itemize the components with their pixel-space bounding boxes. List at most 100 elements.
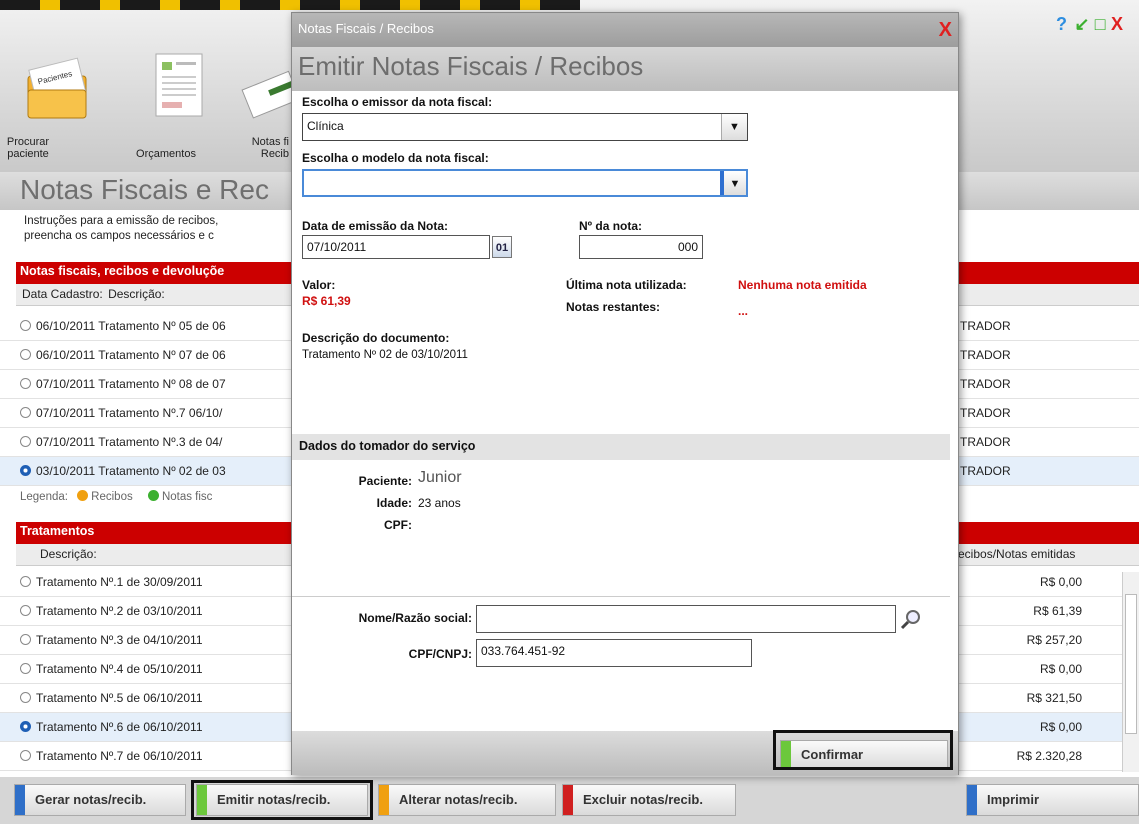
remaining-value: ... xyxy=(738,304,749,318)
row-date: 07/10/2011 xyxy=(36,377,96,391)
radio-button[interactable] xyxy=(20,320,31,331)
row-date: 06/10/2011 xyxy=(36,348,96,362)
description-label: Descrição do documento: xyxy=(302,331,450,345)
date-label: Data de emissão da Nota: xyxy=(302,219,449,233)
row-user: TRADOR xyxy=(960,406,1011,420)
close-app-icon[interactable]: X xyxy=(1111,14,1123,34)
row-description: Tratamento Nº.3 de 04/ xyxy=(98,435,223,449)
radio-button[interactable] xyxy=(20,721,31,732)
calendar-icon[interactable]: 01 xyxy=(492,236,512,258)
name-input[interactable] xyxy=(476,605,896,633)
valor-label: Valor: xyxy=(302,278,336,292)
col-description: Descrição: xyxy=(108,287,165,301)
patient-label: Paciente: xyxy=(358,474,412,488)
alter-button[interactable]: Alterar notas/recib. xyxy=(378,784,556,816)
recibos-dot-icon xyxy=(77,490,89,501)
date-input[interactable]: 07/10/2011 xyxy=(302,235,490,259)
row-user: TRADOR xyxy=(960,319,1011,333)
name-label: Nome/Razão social: xyxy=(358,611,472,625)
dialog-heading: Emitir Notas Fiscais / Recibos xyxy=(292,47,958,91)
radio-button[interactable] xyxy=(20,605,31,616)
scroll-thumb[interactable] xyxy=(1125,594,1137,734)
cpfcnpj-input[interactable]: 033.764.451-92 xyxy=(476,639,752,667)
bottom-action-bar: Gerar notas/recib. Emitir notas/recib. A… xyxy=(0,777,1139,824)
remaining-label: Notas restantes: xyxy=(566,300,661,314)
taker-section-header: Dados do tomador do serviço xyxy=(292,434,950,460)
row-date: 03/10/2011 xyxy=(36,464,96,478)
emit-dialog: Notas Fiscais / Recibos X Emitir Notas F… xyxy=(291,12,959,775)
highlight-emit xyxy=(191,780,373,820)
model-select[interactable]: ▼ xyxy=(302,169,748,197)
row-date: 07/10/2011 xyxy=(36,435,96,449)
notas-dot-icon xyxy=(147,490,159,501)
instructions: Instruções para a emissão de recibos, pr… xyxy=(24,214,218,244)
budget-document-icon xyxy=(155,53,203,117)
row-user: TRADOR xyxy=(960,348,1011,362)
row-description: Tratamento Nº.7 06/10/ xyxy=(98,406,223,420)
radio-button[interactable] xyxy=(20,663,31,674)
cpf-label: CPF: xyxy=(384,518,412,532)
search-patient-button[interactable]: Pacientes Procurar paciente xyxy=(6,40,106,160)
row-date: 06/10/2011 xyxy=(36,319,96,333)
dialog-title: Notas Fiscais / Recibos xyxy=(292,13,958,47)
budgets-label: Orçamentos xyxy=(136,148,196,160)
row-description: Tratamento Nº 02 de 03 xyxy=(98,464,226,478)
budgets-button[interactable]: Orçamentos xyxy=(128,40,228,160)
window-controls: ? ↙ □ X xyxy=(1056,14,1123,35)
row-amount: R$ 2.320,28 xyxy=(1016,749,1082,763)
row-description: Tratamento Nº 08 de 07 xyxy=(98,377,226,391)
minimize-icon[interactable]: ↙ xyxy=(1074,14,1089,34)
invoices-button[interactable]: Notas fi Recib xyxy=(236,40,291,160)
row-description: Tratamento Nº 05 de 06 xyxy=(98,319,226,333)
emitter-value: Clínica xyxy=(307,119,344,133)
row-description: Tratamento Nº.7 de 06/10/2011 xyxy=(36,749,203,763)
row-date: 07/10/2011 xyxy=(36,406,96,420)
radio-button[interactable] xyxy=(20,692,31,703)
row-amount: R$ 61,39 xyxy=(1033,604,1082,618)
generate-button[interactable]: Gerar notas/recib. xyxy=(14,784,186,816)
col-amount: ecibos/Notas emitidas xyxy=(958,547,1076,561)
invoices-label: Notas fi Recib xyxy=(251,136,289,160)
dialog-close-icon[interactable]: X xyxy=(939,19,952,42)
row-description: Tratamento Nº.5 de 06/10/2011 xyxy=(36,691,203,705)
row-description: Tratamento Nº.6 de 06/10/2011 xyxy=(36,720,203,734)
radio-button[interactable] xyxy=(20,436,31,447)
radio-button[interactable] xyxy=(20,576,31,587)
radio-button[interactable] xyxy=(20,634,31,645)
invoice-icon xyxy=(241,70,291,119)
last-note-label: Última nota utilizada: xyxy=(566,278,687,292)
legend: Legenda: Recibos Notas fisc xyxy=(20,490,212,503)
row-amount: R$ 0,00 xyxy=(1039,662,1082,676)
radio-button[interactable] xyxy=(20,750,31,761)
app-window: Pacientes Procurar paciente Orçamentos N… xyxy=(0,0,1139,824)
search-patient-label: Procurar paciente xyxy=(6,136,50,160)
instructions-line: Instruções para a emissão de recibos, xyxy=(24,215,219,227)
help-icon[interactable]: ? xyxy=(1056,14,1067,34)
delete-button[interactable]: Excluir notas/recib. xyxy=(562,784,736,816)
col-date: Data Cadastro: xyxy=(22,287,103,301)
row-user: TRADOR xyxy=(960,464,1011,478)
last-note-value: Nenhuma nota emitida xyxy=(738,278,867,292)
radio-button[interactable] xyxy=(20,407,31,418)
radio-button[interactable] xyxy=(20,378,31,389)
row-amount: R$ 257,20 xyxy=(1026,633,1082,647)
radio-button[interactable] xyxy=(20,349,31,360)
number-input[interactable]: 000 xyxy=(579,235,703,259)
decorative-stripe xyxy=(0,0,580,10)
search-icon[interactable] xyxy=(900,608,922,630)
print-button[interactable]: Imprimir xyxy=(966,784,1139,816)
maximize-icon[interactable]: □ xyxy=(1095,14,1106,34)
chevron-down-icon[interactable]: ▼ xyxy=(721,114,747,140)
divider xyxy=(292,596,950,597)
patient-value: Junior xyxy=(418,469,462,486)
model-label: Escolha o modelo da nota fiscal: xyxy=(302,151,489,165)
highlight-confirm xyxy=(773,730,953,770)
chevron-down-icon[interactable]: ▼ xyxy=(720,171,746,195)
treatments-scrollbar[interactable] xyxy=(1122,572,1139,772)
radio-button[interactable] xyxy=(20,465,31,476)
folder-patients-icon: Pacientes xyxy=(27,57,87,119)
legend-item: Recibos xyxy=(91,491,133,503)
row-amount: R$ 321,50 xyxy=(1026,691,1082,705)
legend-label: Legenda: xyxy=(20,491,68,503)
emitter-select[interactable]: Clínica ▼ xyxy=(302,113,748,141)
